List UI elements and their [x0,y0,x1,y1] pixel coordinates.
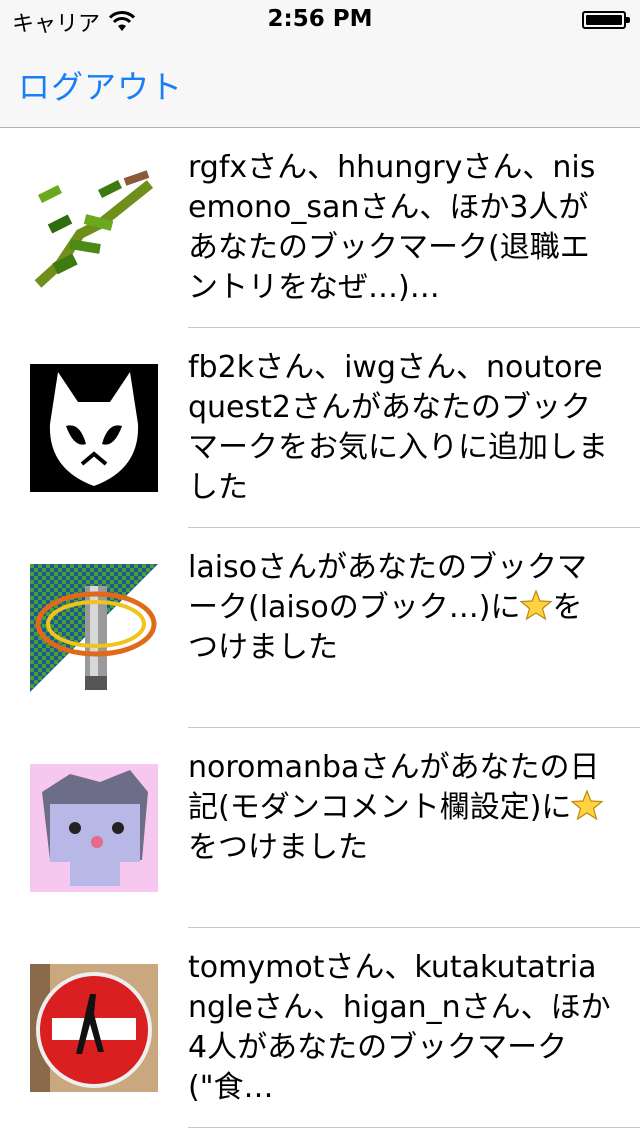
notification-list: rgfxさん、hhungryさん、nisemono_sanさん、ほか3人があなた… [0,128,640,1128]
notification-row[interactable]: fb2kさん、iwgさん、noutorequest2さんがあなたのブックマークを… [0,328,640,528]
notification-text-before: noromanbaさんがあなたの日記(モダンコメント欄設定)に [188,750,600,825]
battery-icon [582,11,630,29]
notification-text: rgfxさん、hhungryさん、nisemono_sanさん、ほか3人があなた… [188,150,596,305]
notification-row[interactable]: noromanbaさんがあなたの日記(モダンコメント欄設定)にをつけました [0,728,640,928]
logout-button[interactable]: ログアウト [18,62,183,108]
green-vine-avatar [30,164,158,292]
notification-text-after: をつけました [188,830,368,865]
clock: 2:56 PM [267,6,373,32]
star-icon [571,789,604,821]
no-entry-sign-avatar [30,964,158,1092]
white-cat-mask-avatar [30,364,158,492]
row-separator [188,1127,640,1128]
notification-row[interactable]: rgfxさん、hhungryさん、nisemono_sanさん、ほか3人があなた… [0,128,640,328]
notification-text: noromanbaさんがあなたの日記(モダンコメント欄設定)にをつけました [188,748,612,868]
notification-text: tomymotさん、kutakutatriangleさん、higan_nさん、ほ… [188,950,611,1105]
notification-text: fb2kさん、iwgさん、noutorequest2さんがあなたのブックマークを… [188,350,608,505]
navigation-bar: ログアウト [0,40,640,128]
notification-row[interactable]: laisoさんがあなたのブックマーク(laisoのブック…)に をつけました [0,528,640,728]
notification-row[interactable]: tomymotさん、kutakutatriangleさん、higan_nさん、ほ… [0,928,640,1128]
pixel-cat-avatar [30,764,158,892]
notification-text: laisoさんがあなたのブックマーク(laisoのブック…)に をつけました [188,548,612,668]
pixel-pole-avatar [30,564,158,692]
status-bar: キャリア 2:56 PM [0,0,640,40]
star-icon [520,589,553,621]
